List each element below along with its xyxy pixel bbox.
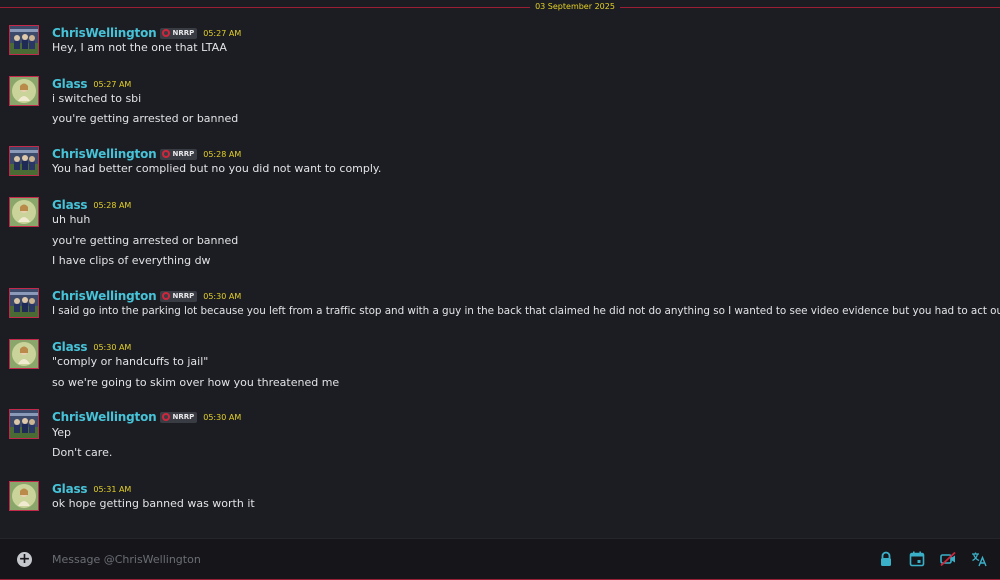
role-badge-label: NRRP	[172, 292, 195, 300]
avatar-chriswellington[interactable]	[9, 146, 39, 176]
message-group: Glass 05:31 AM ok hope getting banned wa…	[0, 481, 1000, 517]
timestamp: 05:27 AM	[203, 28, 242, 38]
avatar-glass[interactable]	[9, 339, 39, 369]
message-input[interactable]	[52, 550, 832, 568]
message-text: you're getting arrested or banned	[52, 234, 239, 247]
role-badge-label: NRRP	[172, 29, 195, 37]
server-badge-icon	[162, 413, 171, 421]
avatar-chriswellington[interactable]	[9, 288, 39, 318]
message-header: Glass 05:31 AM	[52, 481, 131, 497]
message-header: ChrisWellington NRRP 05:30 AM	[52, 409, 241, 425]
message-header: ChrisWellington NRRP 05:27 AM	[52, 25, 241, 41]
timestamp: 05:28 AM	[93, 200, 132, 210]
timestamp: 05:30 AM	[203, 291, 242, 301]
timestamp: 05:31 AM	[93, 484, 132, 494]
message-text: "comply or handcuffs to jail"	[52, 355, 209, 368]
timestamp: 05:30 AM	[93, 342, 132, 352]
avatar-chriswellington[interactable]	[9, 25, 39, 55]
message-text: you're getting arrested or banned	[52, 112, 239, 125]
date-divider-text: 03 September 2025	[535, 2, 615, 11]
username[interactable]: Glass	[52, 198, 88, 212]
message-header: ChrisWellington NRRP 05:28 AM	[52, 146, 241, 162]
timestamp: 05:27 AM	[93, 79, 132, 89]
timestamp: 05:30 AM	[203, 412, 242, 422]
server-badge-icon	[162, 292, 171, 300]
divider-line	[620, 7, 1000, 8]
lock-icon[interactable]	[877, 550, 895, 568]
role-badge[interactable]: NRRP	[160, 290, 198, 302]
username[interactable]: ChrisWellington	[52, 410, 157, 424]
calendar-icon[interactable]	[908, 550, 926, 568]
role-badge[interactable]: NRRP	[160, 411, 198, 423]
message-group: Glass 05:27 AM i switched to sbi you're …	[0, 76, 1000, 132]
message-text: I said go into the parking lot because y…	[52, 305, 1000, 317]
role-badge[interactable]: NRRP	[160, 148, 198, 160]
username[interactable]: Glass	[52, 77, 88, 91]
message-composer: +	[0, 538, 1000, 580]
plus-circle-icon[interactable]: +	[17, 552, 32, 567]
role-badge-label: NRRP	[172, 150, 195, 158]
message-group: ChrisWellington NRRP 05:27 AM Hey, I am …	[0, 25, 1000, 61]
avatar-chriswellington[interactable]	[9, 409, 39, 439]
username[interactable]: ChrisWellington	[52, 147, 157, 161]
date-divider: 03 September 2025	[0, 0, 1000, 14]
message-text: uh huh	[52, 213, 91, 226]
message-header: Glass 05:30 AM	[52, 339, 131, 355]
server-badge-icon	[162, 150, 171, 158]
avatar-glass[interactable]	[9, 76, 39, 106]
avatar-glass[interactable]	[9, 481, 39, 511]
divider-line	[0, 7, 530, 8]
message-header: Glass 05:27 AM	[52, 76, 131, 92]
role-badge-label: NRRP	[172, 413, 195, 421]
no-video-icon[interactable]	[939, 550, 957, 568]
dm-chat-window: 03 September 2025 ChrisWellington NRRP 0…	[0, 0, 1000, 580]
message-header: ChrisWellington NRRP 05:30 AM	[52, 288, 241, 304]
message-text: You had better complied but no you did n…	[52, 162, 382, 175]
message-text: Don't care.	[52, 446, 113, 459]
message-text: Yep	[52, 426, 72, 439]
username[interactable]: ChrisWellington	[52, 289, 157, 303]
timestamp: 05:28 AM	[203, 149, 242, 159]
message-text: Hey, I am not the one that LTAA	[52, 41, 227, 54]
message-text: so we're going to skim over how you thre…	[52, 376, 340, 389]
username[interactable]: Glass	[52, 482, 88, 496]
message-text: I have clips of everything dw	[52, 254, 211, 267]
message-list: ChrisWellington NRRP 05:27 AM Hey, I am …	[0, 14, 1000, 538]
message-text: i switched to sbi	[52, 92, 142, 105]
message-group: Glass 05:30 AM "comply or handcuffs to j…	[0, 339, 1000, 395]
message-group: Glass 05:28 AM uh huh you're getting arr…	[0, 197, 1000, 273]
message-header: Glass 05:28 AM	[52, 197, 131, 213]
username[interactable]: Glass	[52, 340, 88, 354]
translate-icon[interactable]	[970, 550, 988, 568]
message-group: ChrisWellington NRRP 05:30 AM Yep Don't …	[0, 409, 1000, 465]
message-group: ChrisWellington NRRP 05:30 AM I said go …	[0, 288, 1000, 324]
message-group: ChrisWellington NRRP 05:28 AM You had be…	[0, 146, 1000, 182]
avatar-glass[interactable]	[9, 197, 39, 227]
server-badge-icon	[162, 29, 171, 37]
message-text: ok hope getting banned was worth it	[52, 497, 255, 510]
username[interactable]: ChrisWellington	[52, 26, 157, 40]
role-badge[interactable]: NRRP	[160, 27, 198, 39]
